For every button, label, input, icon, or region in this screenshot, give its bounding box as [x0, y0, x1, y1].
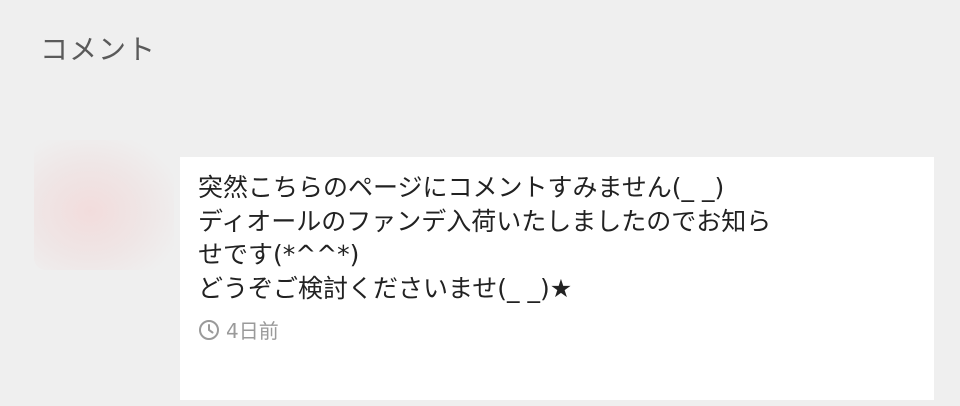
comment-time: 4日前 — [226, 319, 279, 343]
comment-card: 突然こちらのページにコメントすみません(_ _) ディオールのファンデ入荷いたし… — [180, 157, 934, 400]
comment-meta: 4日前 — [198, 315, 916, 344]
avatar[interactable] — [34, 140, 174, 270]
section-title: コメント — [40, 33, 157, 66]
comment-text: 突然こちらのページにコメントすみません(_ _) ディオールのファンデ入荷いたし… — [198, 173, 772, 303]
clock-icon — [198, 319, 220, 341]
